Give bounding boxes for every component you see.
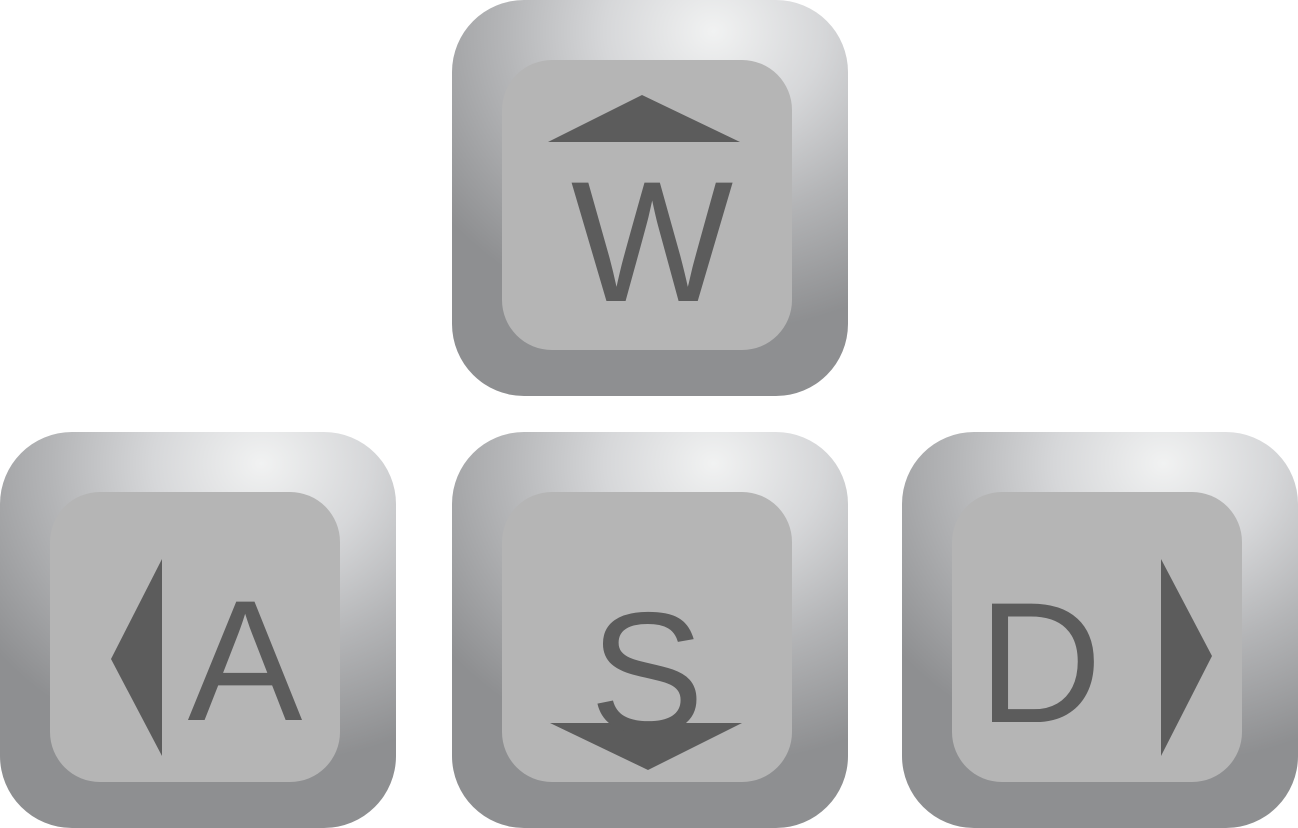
a-key-label: A bbox=[187, 565, 303, 757]
s-key-label: S bbox=[589, 577, 705, 769]
a-key-face: A bbox=[50, 492, 340, 782]
right-arrow-icon bbox=[1161, 559, 1212, 756]
a-key[interactable]: A bbox=[0, 432, 396, 828]
d-key-face: D bbox=[952, 492, 1242, 782]
s-key[interactable]: S bbox=[452, 432, 848, 828]
d-key-label: D bbox=[977, 567, 1103, 759]
w-key-face: W bbox=[502, 60, 792, 350]
d-key[interactable]: D bbox=[902, 432, 1298, 828]
up-arrow-icon bbox=[548, 95, 740, 142]
w-key-label: W bbox=[570, 146, 734, 338]
s-key-face: S bbox=[502, 492, 792, 782]
left-arrow-icon bbox=[111, 559, 162, 756]
w-key[interactable]: W bbox=[452, 0, 848, 396]
